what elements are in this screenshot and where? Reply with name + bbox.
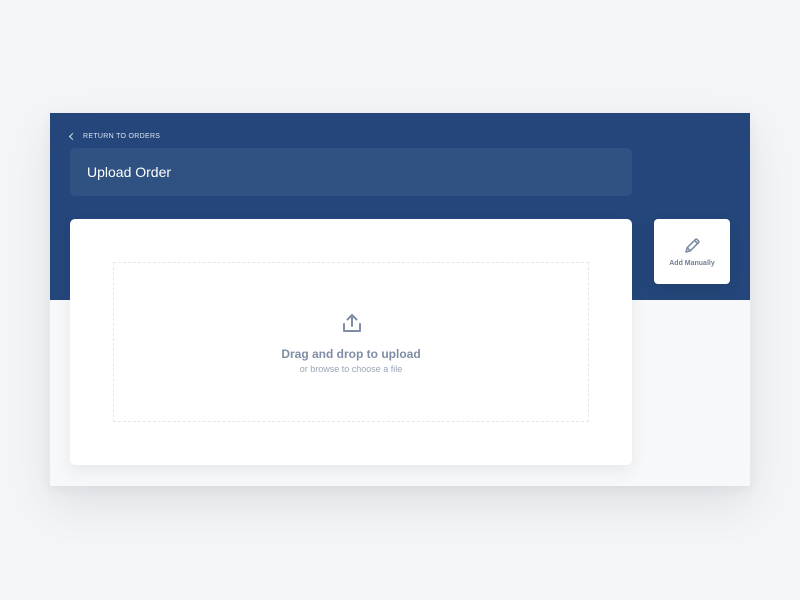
- add-manually-label: Add Manually: [669, 260, 715, 267]
- upload-icon: [343, 314, 361, 332]
- page-title: Upload Order: [87, 164, 172, 180]
- return-to-orders-link[interactable]: RETURN TO ORDERS: [68, 132, 161, 141]
- drop-title: Drag and drop to upload: [281, 347, 421, 361]
- order-title-field[interactable]: Upload Order: [70, 148, 632, 196]
- return-to-orders-label: RETURN TO ORDERS: [83, 133, 161, 140]
- pencil-icon: [685, 238, 700, 253]
- upload-card: Drag and drop to upload or browse to cho…: [70, 219, 632, 465]
- add-manually-button[interactable]: Add Manually: [654, 219, 730, 284]
- chevron-left-icon: [68, 132, 77, 141]
- upload-order-page: RETURN TO ORDERS Upload Order Drag and d…: [50, 113, 750, 486]
- browse-file-text[interactable]: or browse to choose a file: [114, 364, 588, 374]
- file-drop-zone[interactable]: Drag and drop to upload or browse to cho…: [113, 262, 589, 422]
- canvas: RETURN TO ORDERS Upload Order Drag and d…: [0, 0, 800, 600]
